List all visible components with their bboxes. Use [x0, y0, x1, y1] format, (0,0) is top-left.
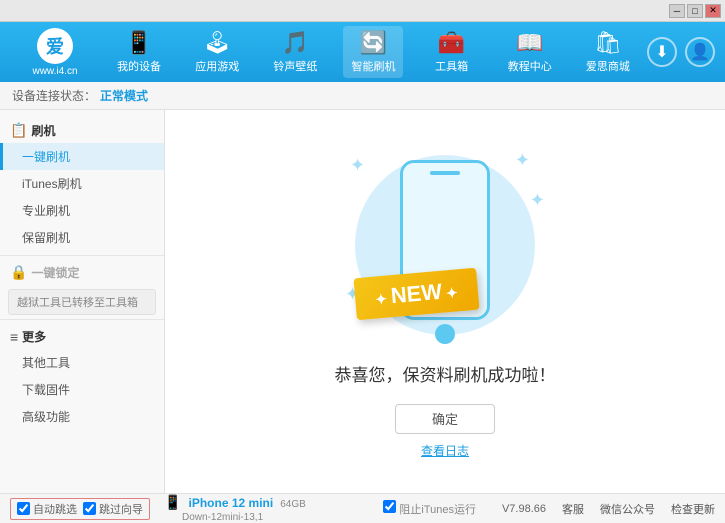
apps-games-label: 应用游戏: [195, 58, 239, 74]
toolbox-icon: 🧰: [438, 30, 465, 56]
sidebar-item-advanced[interactable]: 高级功能: [0, 403, 164, 430]
wechat-official-link[interactable]: 微信公众号: [600, 501, 655, 517]
restore-button[interactable]: □: [687, 4, 703, 18]
device-name: iPhone 12 mini: [189, 496, 274, 510]
itunes-label: 阻止iTunes运行: [399, 504, 476, 516]
ringtones-icon: 🎵: [282, 30, 309, 56]
sidebar-item-save-flash[interactable]: 保留刷机: [0, 224, 164, 251]
nav-item-smart-flash[interactable]: 🔄 智能刷机: [343, 26, 403, 78]
toolbox-label: 工具箱: [435, 58, 468, 74]
status-label: 设备连接状态：: [12, 87, 96, 104]
flash-section-label: 刷机: [31, 122, 55, 139]
shop-icon: 🛍: [594, 30, 622, 56]
bottom-right: 阻止iTunes运行 V7.98.66 客服 微信公众号 检查更新: [383, 500, 715, 517]
close-button[interactable]: ✕: [705, 4, 721, 18]
checkbox-group: 自动跳选 跳过向导: [10, 498, 150, 520]
sidebar-item-pro-flash[interactable]: 专业刷机: [0, 197, 164, 224]
skip-guide-input[interactable]: [83, 502, 96, 515]
success-message: 恭喜您，保资料刷机成功啦！: [335, 361, 556, 386]
nav-item-apps-games[interactable]: 🕹 应用游戏: [187, 26, 247, 78]
jailbreak-note-text: 越狱工具已转移至工具箱: [17, 297, 138, 309]
version-label: V7.98.66: [502, 503, 546, 515]
my-device-icon: 📱: [125, 30, 152, 56]
sparkle-1: ✦: [350, 155, 365, 176]
tutorials-icon: 📖: [516, 30, 543, 56]
ringtones-label: 铃声壁纸: [273, 58, 317, 74]
sidebar-divider-2: [0, 319, 164, 320]
flash-section-icon: 📋: [10, 122, 27, 139]
shop-label: 爱思商城: [586, 58, 630, 74]
device-info: 📱 iPhone 12 mini 64GB Down-12mini-13,1: [164, 494, 306, 523]
main-area: 📋 刷机 一键刷机 iTunes刷机 专业刷机 保留刷机 🔒 一键锁定 越狱工具…: [0, 110, 725, 493]
jailbreak-note: 越狱工具已转移至工具箱: [8, 289, 156, 315]
auto-jump-input[interactable]: [17, 502, 30, 515]
nav-right: ⬇ 👤: [647, 37, 715, 67]
sidebar: 📋 刷机 一键刷机 iTunes刷机 专业刷机 保留刷机 🔒 一键锁定 越狱工具…: [0, 110, 165, 493]
device-phone-icon: 📱: [164, 494, 181, 510]
sidebar-item-other-tools[interactable]: 其他工具: [0, 349, 164, 376]
phone-notch: [430, 171, 460, 175]
success-illustration: ✦ ✦ ✦ ✦ NEW: [335, 145, 555, 345]
download-button[interactable]: ⬇: [647, 37, 677, 67]
skip-guide-label: 跳过向导: [99, 501, 143, 517]
phone-home-button: [435, 324, 455, 344]
user-button[interactable]: 👤: [685, 37, 715, 67]
auto-jump-label: 自动跳选: [33, 501, 77, 517]
itunes-status: 阻止iTunes运行: [383, 500, 476, 517]
nav-item-my-device[interactable]: 📱 我的设备: [109, 26, 169, 78]
lock-section-icon: 🔒: [10, 264, 27, 281]
smart-flash-label: 智能刷机: [351, 58, 395, 74]
status-bar: 设备连接状态： 正常模式: [0, 82, 725, 110]
bottom-bar: 自动跳选 跳过向导 📱 iPhone 12 mini 64GB Down-12m…: [0, 493, 725, 523]
smart-flash-icon: 🔄: [360, 30, 387, 56]
status-value: 正常模式: [100, 87, 148, 104]
sidebar-section-lock: 🔒 一键锁定: [0, 260, 164, 285]
window-controls[interactable]: ─ □ ✕: [669, 4, 721, 18]
back-today-link[interactable]: 查看日志: [421, 442, 469, 459]
sidebar-item-itunes-flash[interactable]: iTunes刷机: [0, 170, 164, 197]
nav-item-tutorials[interactable]: 📖 教程中心: [500, 26, 560, 78]
skip-guide-checkbox[interactable]: 跳过向导: [83, 501, 143, 517]
minimize-button[interactable]: ─: [669, 4, 685, 18]
more-section-icon: ≡: [10, 329, 18, 345]
device-model: Down-12mini-13,1: [182, 512, 263, 523]
sidebar-divider-1: [0, 255, 164, 256]
sparkle-2: ✦: [515, 150, 530, 171]
sidebar-section-flash: 📋 刷机: [0, 118, 164, 143]
nav-item-ringtones[interactable]: 🎵 铃声壁纸: [265, 26, 325, 78]
lock-section-label: 一键锁定: [31, 264, 79, 281]
check-update-link[interactable]: 检查更新: [671, 501, 715, 517]
logo-area[interactable]: 爱 www.i4.cn: [10, 28, 100, 77]
device-storage: 64GB: [280, 499, 306, 510]
title-bar: ─ □ ✕: [0, 0, 725, 22]
auto-jump-checkbox[interactable]: 自动跳选: [17, 501, 77, 517]
logo-icon: 爱: [37, 28, 73, 64]
customer-service-link[interactable]: 客服: [562, 501, 584, 517]
sparkle-3: ✦: [530, 190, 545, 211]
itunes-checkbox[interactable]: [383, 500, 396, 513]
top-nav: 爱 www.i4.cn 📱 我的设备 🕹 应用游戏 🎵 铃声壁纸 🔄 智能刷机 …: [0, 22, 725, 82]
more-section-label: 更多: [22, 328, 46, 345]
sidebar-item-download-firmware[interactable]: 下载固件: [0, 376, 164, 403]
nav-item-toolbox[interactable]: 🧰 工具箱: [422, 26, 482, 78]
sidebar-item-one-click-flash[interactable]: 一键刷机: [0, 143, 164, 170]
confirm-button[interactable]: 确定: [395, 404, 495, 434]
bottom-left: 自动跳选 跳过向导 📱 iPhone 12 mini 64GB Down-12m…: [10, 494, 383, 523]
nav-item-shop[interactable]: 🛍 爱思商城: [578, 26, 638, 78]
logo-site: www.i4.cn: [32, 66, 77, 77]
sidebar-section-more: ≡ 更多: [0, 324, 164, 349]
nav-items: 📱 我的设备 🕹 应用游戏 🎵 铃声壁纸 🔄 智能刷机 🧰 工具箱 📖 教程中心…: [100, 26, 647, 78]
tutorials-label: 教程中心: [508, 58, 552, 74]
apps-games-icon: 🕹: [203, 30, 231, 56]
my-device-label: 我的设备: [117, 58, 161, 74]
content-area: ✦ ✦ ✦ ✦ NEW 恭喜您，保资料刷机成功啦！ 确定 查看日志: [165, 110, 725, 493]
